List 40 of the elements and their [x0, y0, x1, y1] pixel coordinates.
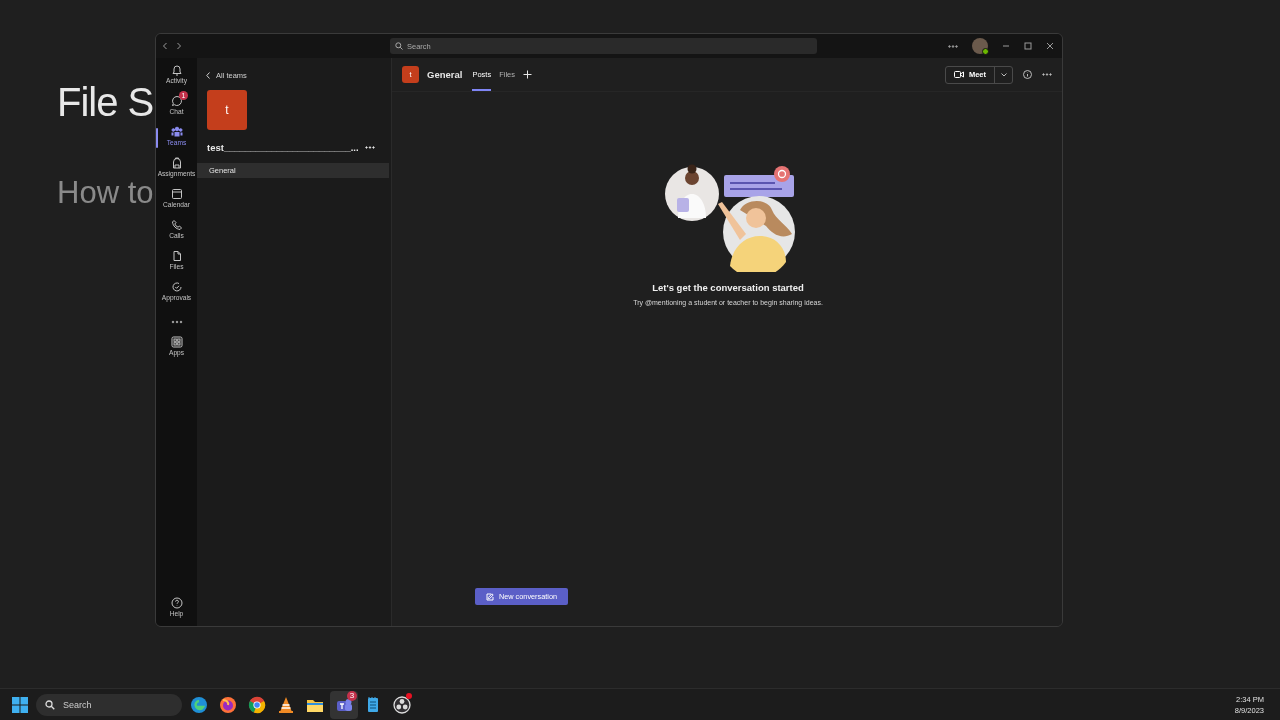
slide-subtitle: How to [57, 175, 154, 211]
back-chevron-icon [206, 71, 210, 79]
team-avatar: t [207, 90, 247, 130]
more-icon[interactable] [948, 44, 958, 48]
empty-state-heading: Let's get the conversation started [652, 282, 804, 293]
channel-title: General [427, 69, 463, 80]
caret-icon [1000, 72, 1007, 77]
more-icon[interactable] [170, 320, 183, 324]
colored-circle-icon [248, 695, 266, 714]
record-circle-icon [393, 695, 411, 714]
video-camera-icon [953, 71, 964, 78]
approval-icon [170, 281, 183, 293]
help-icon [170, 597, 183, 609]
info-icon[interactable] [1023, 70, 1032, 79]
globe-wave-icon [190, 695, 208, 714]
taskbar-app[interactable]: 3 [330, 690, 358, 719]
more-icon[interactable] [1042, 73, 1052, 76]
chat-icon [170, 95, 183, 107]
people-icon [170, 126, 183, 138]
windows-start-icon[interactable] [12, 696, 28, 713]
phone-icon [170, 219, 183, 231]
apps-grid-icon [170, 336, 183, 348]
traffic-cone-icon [277, 695, 295, 714]
calendar-icon [170, 188, 183, 200]
search-icon [395, 42, 403, 50]
add-tab-icon[interactable] [523, 70, 532, 79]
notification-badge: 3 [347, 690, 357, 701]
taskbar-search-field[interactable]: Search [36, 693, 182, 716]
file-icon [170, 250, 183, 262]
maximize-icon[interactable] [1024, 42, 1032, 50]
minimize-icon[interactable] [1002, 42, 1010, 50]
search-icon [45, 699, 55, 710]
more-icon[interactable] [364, 146, 375, 149]
bell-icon [170, 64, 183, 76]
backpack-icon [170, 157, 183, 169]
team-name: test________________________... [207, 142, 359, 153]
close-icon[interactable] [1046, 42, 1054, 50]
slide-title: File S [57, 80, 154, 125]
compose-icon [486, 592, 494, 601]
user-avatar[interactable] [972, 38, 988, 54]
